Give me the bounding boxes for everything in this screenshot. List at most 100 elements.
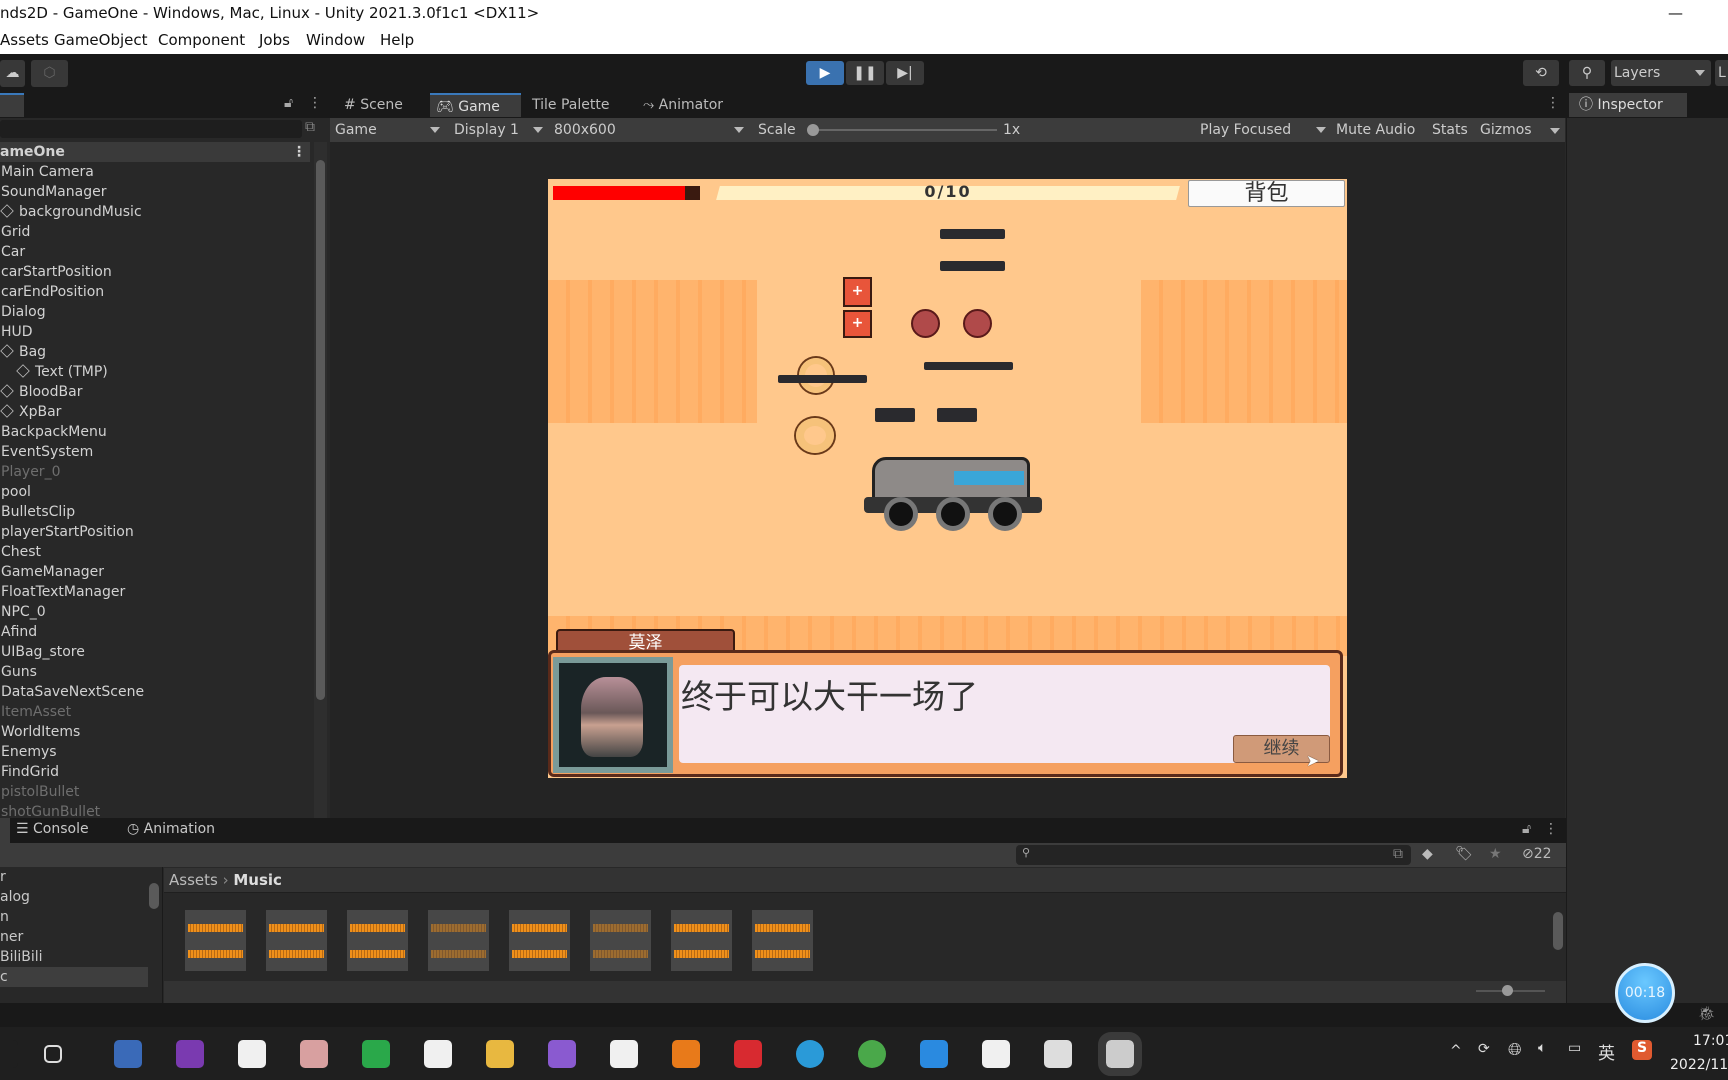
hierarchy-item[interactable]: backgroundMusic bbox=[0, 202, 142, 222]
hierarchy-item[interactable]: EventSystem bbox=[0, 442, 93, 462]
layout-dropdown[interactable]: L bbox=[1715, 60, 1728, 86]
game-canvas[interactable]: 0/10 背包 + + 莫泽 终于可以大干一场了 继续 ➤ bbox=[548, 179, 1347, 778]
breadcrumb-assets[interactable]: Assets bbox=[169, 871, 218, 889]
lock-icon[interactable]: 🔓︎ bbox=[284, 95, 293, 111]
tab-scene[interactable]: # Scene bbox=[338, 93, 409, 117]
display-dropdown[interactable]: Display 1 bbox=[454, 118, 547, 142]
netease-music-icon[interactable] bbox=[734, 1040, 762, 1068]
menu-assets[interactable]: Assets bbox=[0, 27, 49, 54]
gizmos-toggle[interactable]: Gizmos bbox=[1480, 118, 1532, 142]
tab-tile-palette[interactable]: Tile Palette bbox=[532, 93, 609, 117]
folder-item[interactable]: r bbox=[0, 867, 148, 887]
history-icon[interactable]: ⟲ bbox=[1523, 60, 1559, 86]
hierarchy-item[interactable]: Enemys bbox=[0, 742, 57, 762]
audio-clip-thumbnail[interactable] bbox=[266, 910, 327, 971]
layers-dropdown[interactable]: Layers bbox=[1611, 60, 1711, 86]
scene-header[interactable]: ameOne ⋮ bbox=[0, 142, 310, 162]
hierarchy-item[interactable]: Chest bbox=[0, 542, 41, 562]
hierarchy-item[interactable]: FindGrid bbox=[0, 762, 59, 782]
snipping-tool-icon[interactable] bbox=[300, 1040, 328, 1068]
search-icon[interactable] bbox=[0, 1040, 18, 1068]
hierarchy-item[interactable]: Car bbox=[0, 242, 25, 262]
audio-clip-thumbnail[interactable] bbox=[752, 910, 813, 971]
unity-hub-icon[interactable] bbox=[1044, 1040, 1072, 1068]
hierarchy-item[interactable]: pool bbox=[0, 482, 31, 502]
store-icon[interactable] bbox=[424, 1040, 452, 1068]
hierarchy-item[interactable]: NPC_0 bbox=[0, 602, 46, 622]
hierarchy-item[interactable]: FloatTextManager bbox=[0, 582, 125, 602]
folder-item[interactable]: n bbox=[0, 907, 148, 927]
hierarchy-item[interactable]: Dialog bbox=[0, 302, 46, 322]
project-search-input[interactable]: ⚲ bbox=[1016, 845, 1411, 865]
audio-clip-thumbnail[interactable] bbox=[428, 910, 489, 971]
hierarchy-item[interactable]: Grid bbox=[0, 222, 30, 242]
hierarchy-item[interactable]: Main Camera bbox=[0, 162, 94, 182]
hierarchy-search-input[interactable] bbox=[0, 120, 302, 138]
clock-date[interactable]: 2022/11 bbox=[1670, 1057, 1728, 1073]
hierarchy-item[interactable]: Bag bbox=[0, 342, 46, 362]
more-menu-icon[interactable]: ⋮ bbox=[1544, 821, 1558, 837]
hierarchy-item[interactable]: BackpackMenu bbox=[0, 422, 107, 442]
menu-jobs[interactable]: Jobs bbox=[259, 27, 290, 54]
folder-scrollbar[interactable] bbox=[149, 871, 161, 999]
minimize-button[interactable]: — bbox=[1668, 0, 1683, 27]
app-icon[interactable] bbox=[982, 1040, 1010, 1068]
vscode-icon[interactable] bbox=[920, 1040, 948, 1068]
scrollbar-thumb[interactable] bbox=[1553, 912, 1563, 950]
thumbnail-size-slider[interactable] bbox=[1476, 985, 1545, 996]
slider-handle[interactable] bbox=[1502, 985, 1513, 996]
assets-scrollbar[interactable] bbox=[1553, 898, 1565, 988]
cloud-icon[interactable]: ☁ bbox=[0, 60, 25, 87]
hierarchy-item[interactable]: Player_0 bbox=[0, 462, 60, 482]
visual-studio-icon[interactable] bbox=[548, 1040, 576, 1068]
hierarchy-item[interactable]: WorldItems bbox=[0, 722, 80, 742]
sogou-icon[interactable]: S bbox=[1632, 1040, 1652, 1060]
menu-window[interactable]: Window bbox=[306, 27, 365, 54]
battery-icon[interactable]: ▭ bbox=[1568, 1040, 1581, 1056]
more-menu-icon[interactable]: ⋮ bbox=[292, 142, 306, 162]
blender-icon[interactable] bbox=[672, 1040, 700, 1068]
edge-icon[interactable] bbox=[796, 1040, 824, 1068]
hierarchy-item[interactable]: ItemAsset bbox=[0, 702, 71, 722]
tray-chevron-icon[interactable]: ^ bbox=[1450, 1043, 1462, 1059]
lock-icon[interactable]: 🔓︎ bbox=[1522, 821, 1531, 837]
tab-game[interactable]: 🎮︎ Game bbox=[430, 93, 521, 117]
audio-clip-thumbnail[interactable] bbox=[347, 910, 408, 971]
scale-slider[interactable] bbox=[807, 124, 997, 136]
volume-icon[interactable]: 🔈︎ bbox=[1538, 1040, 1546, 1056]
star-icon[interactable]: ★ bbox=[1489, 846, 1502, 862]
filter-type-icon[interactable]: ◆ bbox=[1422, 846, 1433, 862]
scrollbar-thumb[interactable] bbox=[149, 883, 159, 909]
task-view-icon[interactable] bbox=[44, 1045, 62, 1063]
hierarchy-item[interactable]: BloodBar bbox=[0, 382, 82, 402]
menu-gameobject[interactable]: GameObject bbox=[54, 27, 148, 54]
tab-animator[interactable]: ⤳ Animator bbox=[643, 93, 723, 117]
menu-component[interactable]: Component bbox=[158, 27, 245, 54]
folder-item[interactable]: BiliBili bbox=[0, 947, 148, 967]
slider-handle[interactable] bbox=[807, 124, 819, 136]
hierarchy-item[interactable]: UIBag_store bbox=[0, 642, 85, 662]
hierarchy-scrollbar[interactable] bbox=[314, 142, 327, 832]
hbuilder-icon[interactable] bbox=[362, 1040, 390, 1068]
label-tag-icon[interactable]: 🏷︎ bbox=[1455, 846, 1473, 862]
audio-clip-thumbnail[interactable] bbox=[590, 910, 651, 971]
stats-toggle[interactable]: Stats bbox=[1432, 118, 1468, 142]
hierarchy-item[interactable]: carEndPosition bbox=[0, 282, 104, 302]
tab-project[interactable] bbox=[0, 818, 10, 843]
resolution-dropdown[interactable]: 800x600 bbox=[554, 118, 748, 142]
audio-clip-thumbnail[interactable] bbox=[509, 910, 570, 971]
audio-clip-thumbnail[interactable] bbox=[671, 910, 732, 971]
hierarchy-item[interactable]: DataSaveNextScene bbox=[0, 682, 144, 702]
dev-cpp-icon[interactable] bbox=[114, 1040, 142, 1068]
tray-sync-icon[interactable]: ⟳ bbox=[1478, 1041, 1490, 1057]
hierarchy-item[interactable]: Text (TMP) bbox=[0, 362, 108, 382]
hierarchy-item[interactable]: SoundManager bbox=[0, 182, 106, 202]
breadcrumb-music[interactable]: Music bbox=[233, 871, 282, 889]
audio-clip-thumbnail[interactable] bbox=[185, 910, 246, 971]
play-focused-dropdown[interactable]: Play Focused bbox=[1196, 118, 1332, 142]
hierarchy-item[interactable]: HUD bbox=[0, 322, 33, 342]
gizmos-dropdown[interactable] bbox=[1550, 118, 1560, 142]
tab-animation[interactable]: ◷ Animation bbox=[127, 821, 215, 837]
hierarchy-item[interactable]: Guns bbox=[0, 662, 37, 682]
pause-button[interactable]: ❚❚ bbox=[846, 61, 884, 85]
